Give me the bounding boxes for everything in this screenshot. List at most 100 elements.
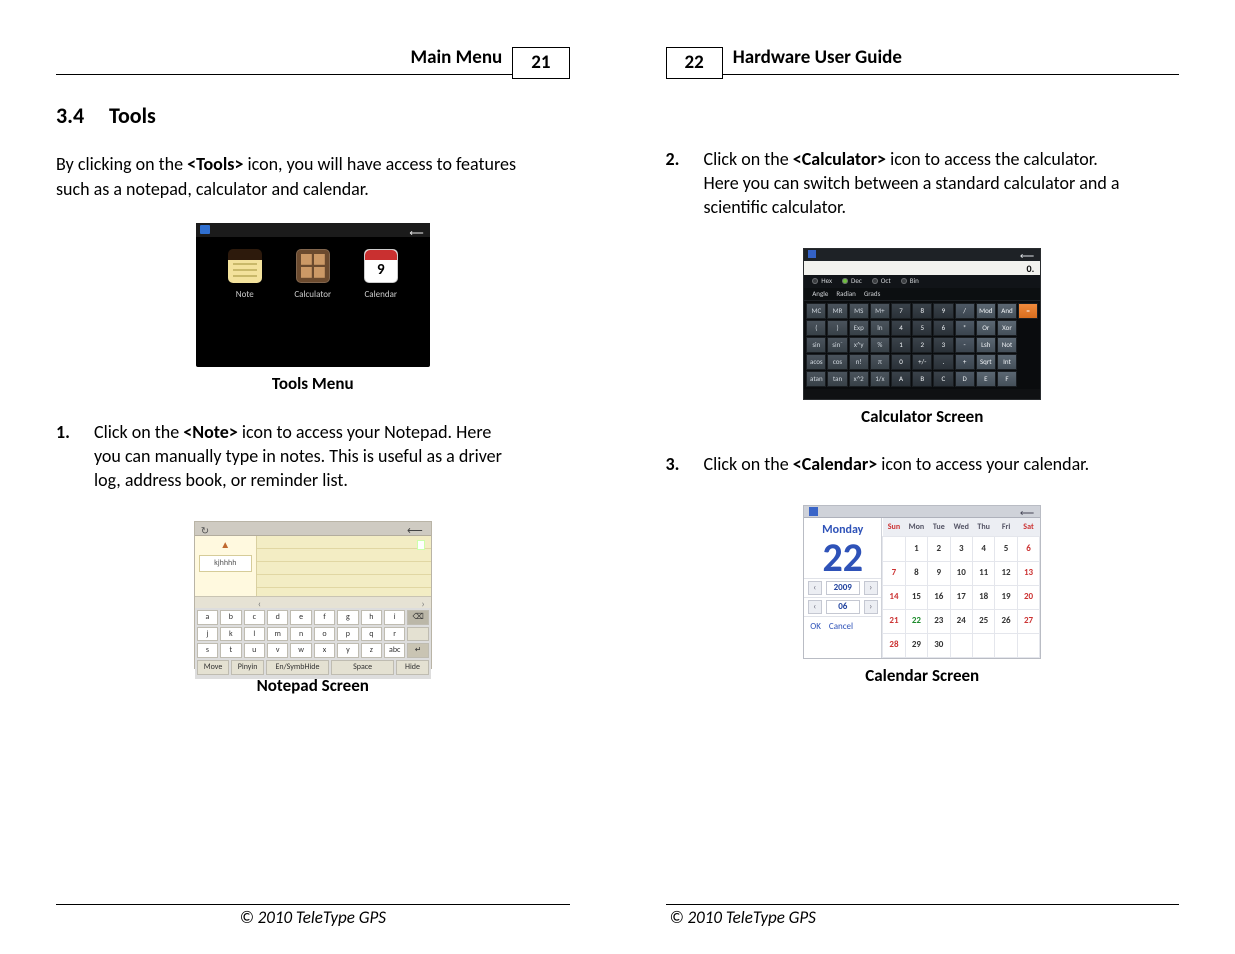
key: e: [290, 610, 311, 625]
calendar-cell: 21: [883, 609, 905, 633]
titlebar: ⟵: [196, 223, 430, 237]
calendar-cell: 14: [883, 585, 905, 609]
calc-key: C: [933, 371, 953, 387]
calc-key: =: [1018, 303, 1038, 319]
radio-dec: Dec: [842, 276, 862, 285]
weekday-header: Sat: [1017, 518, 1039, 537]
header-title: Hardware User Guide: [733, 45, 902, 71]
label: Calendar: [359, 289, 403, 301]
angle-radios: AngleRadianGrads: [804, 288, 1040, 301]
step-3: 3. Click on the <Calendar> icon to acces…: [666, 452, 1180, 476]
calc-key: +/-: [912, 354, 932, 370]
figure-calendar: ⟵ Monday 22 ‹ 2009 › ‹ 06: [803, 505, 1041, 688]
section-heading: 3.4 Tools: [56, 101, 570, 131]
calendar-cell: 8: [905, 561, 927, 585]
calc-key: MC: [806, 303, 826, 319]
key: b: [220, 610, 241, 625]
window-icon: [200, 225, 210, 234]
calc-key: x^2: [849, 371, 869, 387]
step-text: Click on the <Calculator> icon to access…: [704, 147, 1124, 220]
note-list: ▲ kjhhhh: [195, 536, 257, 596]
next-year-icon: ›: [864, 581, 878, 595]
step-marker: 1.: [56, 420, 76, 493]
calendar-top-icon: [809, 507, 818, 516]
year-value: 2009: [826, 581, 860, 595]
key: v: [267, 643, 288, 658]
titlebar: ⟵: [804, 249, 1040, 261]
keyboard-toolbar-item: Space: [331, 660, 394, 675]
note-lines: [257, 536, 431, 596]
text: By clicking on the: [56, 153, 187, 175]
key: abc: [384, 643, 405, 658]
text-bold: <Tools>: [187, 153, 243, 175]
key: a: [197, 610, 218, 625]
calc-key: Sqrt: [976, 354, 996, 370]
key: k: [220, 627, 241, 642]
year-picker: ‹ 2009 ›: [804, 578, 881, 597]
label: Calculator: [291, 289, 335, 301]
month-grid: SunMonTueWedThuFriSat1234567891011121314…: [882, 518, 1040, 658]
weekday-header: Wed: [950, 518, 972, 537]
page-footer: © 2010 TeleType GPS: [666, 904, 1180, 930]
calendar-cell: 15: [905, 585, 927, 609]
label: Grads: [864, 289, 880, 298]
calc-key: MS: [849, 303, 869, 319]
calendar-cell: 29: [905, 633, 927, 657]
calc-key: Mod: [976, 303, 996, 319]
label: Oct: [881, 276, 891, 285]
calendar-cell: 17: [950, 585, 972, 609]
calc-key: Xor: [997, 320, 1017, 336]
calculator-screen: ⟵ 0. HexDecOctBin AngleRadianGrads MCMRM…: [803, 248, 1041, 400]
radio-grads: Grads: [864, 289, 880, 298]
text-bold: <Calendar>: [793, 453, 877, 475]
calc-key: cos: [827, 354, 847, 370]
radio-dot-icon: [842, 278, 848, 284]
calc-key: MR: [827, 303, 847, 319]
key: l: [244, 627, 265, 642]
label: Note: [223, 289, 267, 301]
calendar-day: 9: [365, 260, 397, 280]
calc-key: Not: [997, 337, 1017, 353]
weekday-header: Tue: [928, 518, 950, 537]
calc-key: Lsh: [976, 337, 996, 353]
section-title: Tools: [109, 102, 156, 129]
tools-menu-screen: ⟵ Note Calculator 9: [196, 223, 430, 367]
figure-notepad: ↻ ⟵ ▲ kjhhhh abcdefghi⌫jklmnopqrstuvwxyz…: [194, 521, 432, 698]
onscreen-keyboard: abcdefghi⌫jklmnopqrstuvwxyzabc↵MovePinyi…: [195, 608, 431, 679]
note-area: ▲ kjhhhh: [195, 536, 431, 596]
note-title: kjhhhh: [199, 555, 252, 572]
calc-key: *: [955, 320, 975, 336]
keyboard-toolbar-item: En/SymbHide: [266, 660, 329, 675]
calendar-cell: 19: [995, 585, 1017, 609]
calendar-cell: 3: [950, 537, 972, 561]
ok-label: OK: [810, 621, 821, 633]
key: r: [384, 627, 405, 642]
calc-key: Or: [976, 320, 996, 336]
calendar-cell: 16: [928, 585, 950, 609]
key: u: [244, 643, 265, 658]
calc-key: And: [997, 303, 1017, 319]
calendar-cell: 18: [972, 585, 994, 609]
key: n: [290, 627, 311, 642]
base-radios: Hex Dec Oct Bin: [804, 275, 1040, 288]
step-marker: 3.: [666, 452, 686, 476]
month-picker: ‹ 06 ›: [804, 597, 881, 616]
calendar-cell: [883, 537, 905, 561]
calc-key: tan: [827, 371, 847, 387]
calc-key: ): [827, 320, 847, 336]
label: Hex: [821, 276, 832, 285]
calc-key: n!: [849, 354, 869, 370]
calc-key: M+: [870, 303, 890, 319]
calendar-cell: 4: [972, 537, 994, 561]
calendar-side-panel: Monday 22 ‹ 2009 › ‹ 06 ›: [804, 518, 882, 658]
calendar-cell: [950, 633, 972, 657]
step-1: 1. Click on the <Note> icon to access yo…: [56, 420, 570, 493]
key: i: [384, 610, 405, 625]
calc-key: 3: [933, 337, 953, 353]
key: o: [314, 627, 335, 642]
calc-key: /: [955, 303, 975, 319]
radio-bin: Bin: [901, 276, 919, 285]
page-number: 21: [512, 47, 569, 79]
prev-month-icon: ‹: [808, 600, 822, 614]
calendar-cell: 25: [972, 609, 994, 633]
